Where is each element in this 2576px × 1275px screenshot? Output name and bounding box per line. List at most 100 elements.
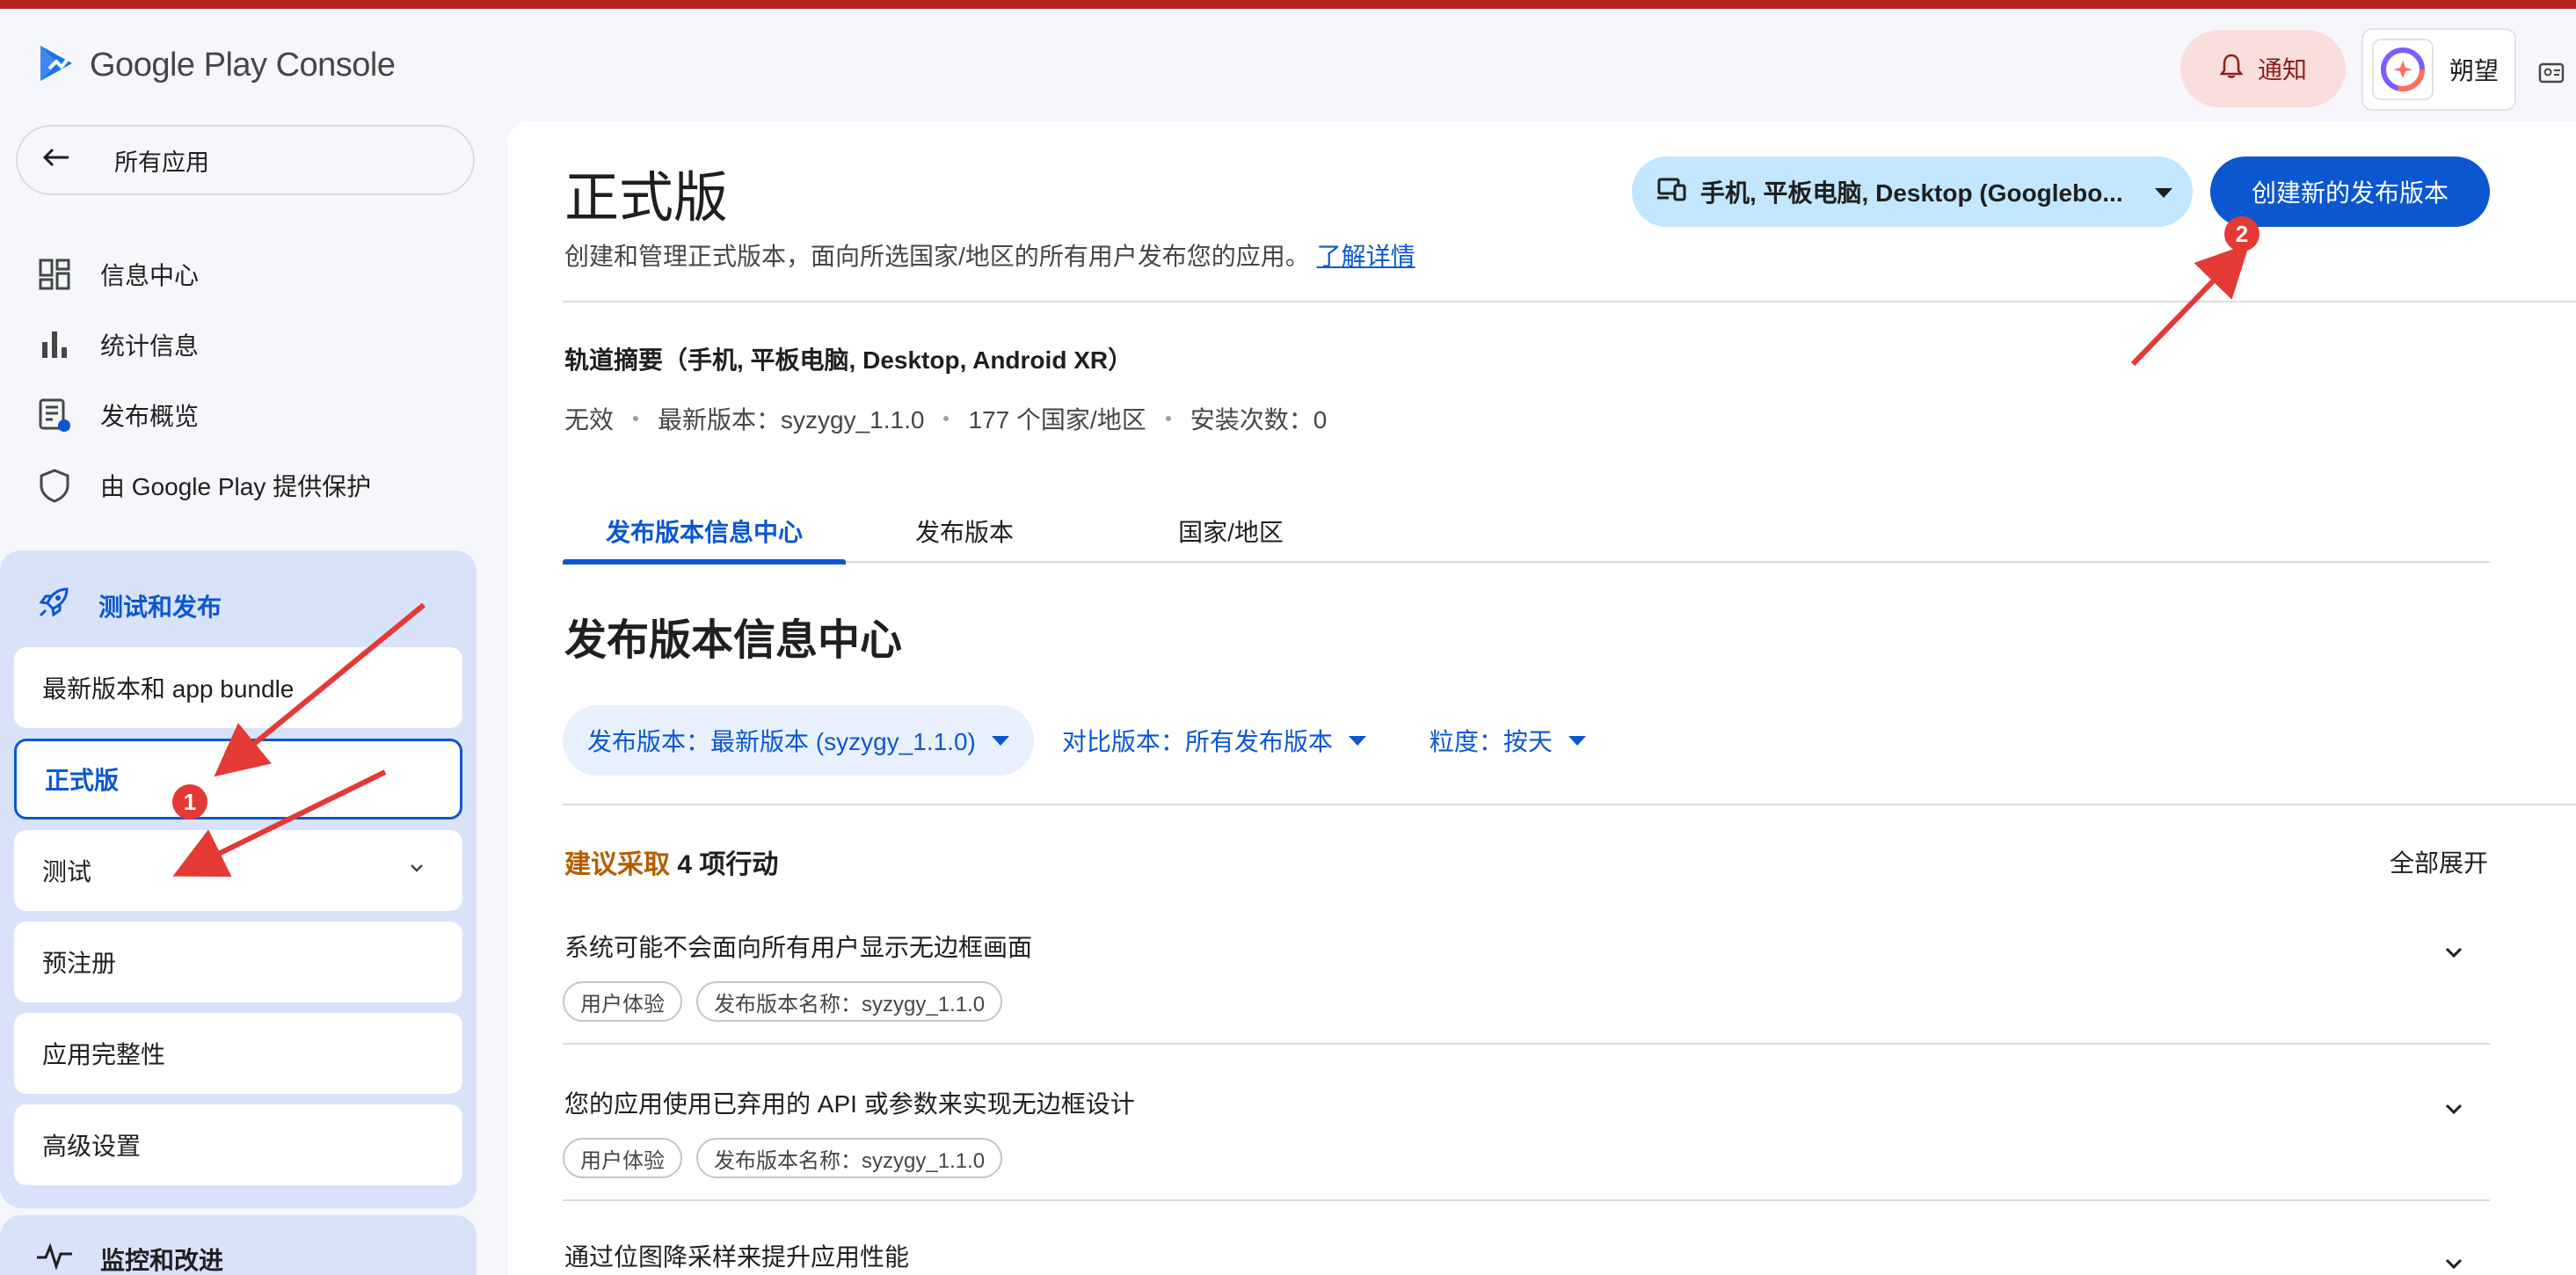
sidebar-item-label: 信息中心: [100, 262, 200, 289]
recommended-actions-header: 建议采取 4 项行动: [564, 842, 778, 881]
group2-title: 监控和改进: [100, 1246, 224, 1274]
group-header-test-and-release[interactable]: 测试和发布: [35, 584, 222, 627]
issue-tag: 发布版本名称：syzygy_1.1.0: [696, 1138, 1003, 1178]
chevron-down-icon[interactable]: [2441, 1096, 2467, 1126]
issue-tags: 用户体验 发布版本名称：syzygy_1.1.0: [563, 981, 2490, 1022]
sidebar-item-play-protect[interactable]: 由 Google Play 提供保护: [35, 459, 371, 512]
compare-filter[interactable]: 对比版本：所有发布版本: [1062, 723, 1366, 758]
issue-title: 系统可能不会面向所有用户显示无边框画面: [564, 934, 1033, 961]
filter-label: 对比版本：所有发布版本: [1061, 728, 1333, 755]
sidebar-item-label: 统计信息: [100, 332, 200, 360]
chevron-down-icon[interactable]: [2441, 939, 2467, 970]
issue-divider: [563, 1199, 2490, 1201]
dropdown-caret-icon: [991, 735, 1009, 746]
separator-dot: [1165, 416, 1171, 421]
device-selector-label: 手机, 平板电脑, Desktop (Googlebo...: [1700, 179, 2123, 207]
actions-prefix: 建议采取: [564, 850, 670, 879]
issue-tag: 用户体验: [563, 981, 682, 1022]
notifications-button[interactable]: 通知: [2180, 30, 2346, 107]
sidebar-item-app-integrity[interactable]: 应用完整性: [14, 1013, 462, 1094]
tab-label: 国家/地区: [1178, 519, 1284, 546]
issue-tag: 用户体验: [563, 1138, 682, 1178]
devices-icon: [1656, 177, 1686, 208]
annotation-badge-1: 1: [172, 784, 207, 820]
logo-text: Google Play Console: [90, 47, 396, 84]
sidebar-item-release-overview[interactable]: 发布概览: [35, 389, 199, 441]
track-status: 无效: [564, 406, 615, 434]
granularity-filter[interactable]: 粒度：按天: [1430, 723, 1586, 758]
sidebar-item-dashboard[interactable]: 信息中心: [35, 248, 199, 301]
sidebar: 所有应用 信息中心 统计信息 发布概览 由 Google Play 提供保护 测…: [0, 121, 492, 1275]
description-text: 创建和管理正式版本，面向所选国家/地区的所有用户发布您的应用。: [564, 243, 1310, 270]
sidebar-item-advanced-settings[interactable]: 高级设置: [14, 1104, 462, 1185]
track-summary-title: 轨道摘要（手机, 平板电脑, Desktop, Android XR）: [564, 346, 1133, 374]
expand-all-button[interactable]: 全部展开: [2390, 844, 2488, 879]
separator-dot: [633, 416, 639, 421]
annotation-badge-2: 2: [2224, 216, 2259, 251]
release-overview-icon: [35, 396, 74, 434]
issue-tags: 用户体验 发布版本名称：syzygy_1.1.0: [563, 1138, 2490, 1178]
chevron-down-icon[interactable]: [2441, 1250, 2467, 1275]
dropdown-caret-icon: [1348, 735, 1366, 746]
learn-more-link[interactable]: 了解详情: [1317, 243, 1415, 270]
tab-releases[interactable]: 发布版本: [846, 499, 1083, 563]
arrow-back-icon: [42, 147, 70, 174]
issue-row[interactable]: 通过位图降采样来提升应用性能: [563, 1238, 2490, 1273]
play-console-logo-icon: [37, 42, 76, 89]
bar-chart-icon: [35, 325, 74, 364]
sidebar-item-pre-registration[interactable]: 预注册: [14, 922, 462, 1002]
notifications-label: 通知: [2257, 56, 2307, 84]
play-console-logo[interactable]: Google Play Console: [37, 42, 396, 89]
sidebar-item-label: 预注册: [42, 950, 117, 977]
sidebar-item-label: 正式版: [45, 767, 120, 794]
create-new-release-button[interactable]: 创建新的发布版本: [2210, 157, 2490, 227]
section-title: 发布版本信息中心: [564, 617, 903, 664]
page-description: 创建和管理正式版本，面向所选国家/地区的所有用户发布您的应用。 了解详情: [564, 237, 1415, 273]
bell-icon: [2219, 53, 2244, 85]
top-header: Google Play Console 通知 朔望: [0, 9, 2576, 121]
issue-divider: [563, 1043, 2490, 1045]
group-header-monitor: 监控和改进: [35, 1240, 223, 1275]
sidebar-item-testing[interactable]: 测试: [14, 830, 462, 911]
sidebar-item-label: 高级设置: [42, 1133, 142, 1160]
rocket-icon: [35, 584, 72, 627]
issue-title: 通过位图降采样来提升应用性能: [564, 1243, 910, 1271]
country-count: 177 个国家/地区: [968, 406, 1146, 434]
issue-row[interactable]: 系统可能不会面向所有用户显示无边框画面 用户体验 发布版本名称：syzygy_1…: [563, 929, 2490, 1022]
account-name: 朔望: [2449, 57, 2500, 84]
device-type-selector[interactable]: 手机, 平板电脑, Desktop (Googlebo...: [1632, 157, 2193, 227]
tab-label: 发布版本: [914, 519, 1014, 546]
dropdown-caret-icon: [2154, 178, 2173, 206]
developer-account-icon[interactable]: [2532, 53, 2571, 91]
latest-version: 最新版本：syzygy_1.1.0: [658, 406, 925, 434]
all-apps-back-button[interactable]: 所有应用: [16, 125, 475, 195]
monitor-and-improve-group[interactable]: 监控和改进: [0, 1215, 477, 1275]
active-tab-indicator: [563, 559, 846, 565]
actions-count: 4 项行动: [677, 850, 779, 879]
dashboard-icon: [35, 255, 74, 294]
tab-countries[interactable]: 国家/地区: [1083, 499, 1379, 563]
header-divider: [563, 301, 2576, 302]
sidebar-item-label: 应用完整性: [42, 1041, 166, 1068]
sidebar-item-statistics[interactable]: 统计信息: [35, 318, 199, 371]
separator-dot: [943, 416, 950, 421]
release-filter[interactable]: 发布版本：最新版本 (syzygy_1.1.0): [563, 705, 1034, 776]
sidebar-item-label: 最新版本和 app bundle: [42, 675, 295, 703]
sidebar-item-latest-bundles[interactable]: 最新版本和 app bundle: [14, 647, 462, 728]
filter-row: 发布版本：最新版本 (syzygy_1.1.0) 对比版本：所有发布版本 粒度：…: [563, 705, 1586, 776]
filter-divider: [563, 804, 2576, 805]
tab-label: 发布版本信息中心: [605, 519, 803, 546]
install-count: 安装次数：0: [1190, 406, 1328, 434]
track-stats: 无效 最新版本：syzygy_1.1.0 177 个国家/地区 安装次数：0: [564, 401, 1327, 436]
account-switcher[interactable]: 朔望: [2361, 28, 2516, 111]
issue-row[interactable]: 您的应用使用已弃用的 API 或参数来实现无边框设计 用户体验 发布版本名称：s…: [563, 1085, 2490, 1178]
filter-label: 发布版本：最新版本 (syzygy_1.1.0): [587, 728, 976, 755]
sidebar-item-production[interactable]: 正式版: [14, 739, 462, 820]
sidebar-item-label: 由 Google Play 提供保护: [100, 473, 372, 500]
chevron-down-icon: [406, 856, 427, 885]
test-and-release-group: 测试和发布 最新版本和 app bundle 正式版 测试 预注册 应用完整性 …: [0, 550, 477, 1208]
tab-release-dashboard[interactable]: 发布版本信息中心: [563, 499, 846, 565]
group-title: 测试和发布: [98, 593, 222, 621]
main-panel: 正式版 创建和管理正式版本，面向所选国家/地区的所有用户发布您的应用。 了解详情…: [508, 121, 2576, 1275]
sidebar-item-label: 测试: [42, 858, 92, 885]
